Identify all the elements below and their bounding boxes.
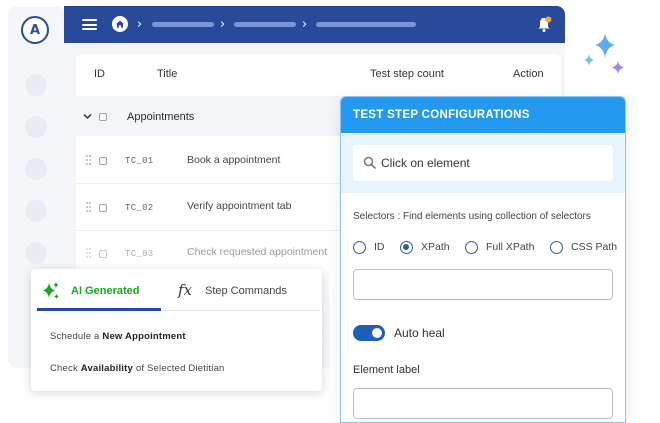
radio-label-full-xpath: Full XPath: [486, 241, 535, 253]
tab-step-commands-label: Step Commands: [205, 285, 287, 297]
sidebar-item-3[interactable]: [25, 158, 47, 180]
element-label-caption: Element label: [353, 364, 420, 376]
drag-handle-icon[interactable]: [86, 248, 92, 258]
suggestion-text: of Selected Dietitian: [133, 363, 225, 374]
row-id: TC_01: [125, 156, 154, 166]
auto-heal-label: Auto heal: [394, 326, 445, 340]
logo-letter: A: [29, 22, 41, 38]
menu-icon[interactable]: [82, 19, 97, 30]
radio-id[interactable]: [353, 241, 366, 254]
suggestion-item[interactable]: Schedule a New Appointment: [50, 331, 186, 342]
group-checkbox[interactable]: [99, 113, 107, 121]
search-zone: Click on element: [341, 133, 625, 193]
chevron-right-icon: ›: [137, 17, 143, 32]
row-title[interactable]: Check requested appointment: [187, 246, 327, 258]
function-icon: fx: [178, 281, 193, 299]
ai-suggestion-popup: AI Generated fx Step Commands Schedule a…: [31, 269, 322, 391]
radio-xpath[interactable]: [400, 241, 413, 254]
breadcrumb-item-1[interactable]: [152, 22, 214, 27]
suggestion-text: Schedule a: [50, 331, 103, 342]
element-label-input[interactable]: [353, 388, 613, 419]
sparkle-icon: [584, 33, 624, 74]
suggestion-text: Check: [50, 363, 81, 374]
sidebar-item-1[interactable]: [25, 74, 47, 96]
ai-sparkle-icon: [43, 282, 59, 299]
breadcrumb-item-2[interactable]: [234, 22, 296, 27]
radio-label-css-path: CSS Path: [571, 241, 618, 253]
sidebar-item-5[interactable]: [25, 242, 47, 264]
bell-icon[interactable]: [536, 16, 552, 33]
row-title[interactable]: Book a appointment: [187, 154, 280, 166]
search-icon: [363, 156, 377, 170]
drag-handle-icon[interactable]: [86, 155, 92, 165]
app-stage: A › › › ID Title Test step count Action …: [0, 0, 660, 423]
radio-label-id: ID: [374, 241, 385, 253]
selectors-label: Selectors : Find elements using collecti…: [353, 211, 591, 222]
sidebar-item-2[interactable]: [25, 116, 47, 138]
row-title[interactable]: Verify appointment tab: [187, 200, 291, 212]
active-tab-indicator: [37, 308, 161, 311]
chevron-down-icon[interactable]: [83, 112, 92, 121]
tab-step-commands[interactable]: fx Step Commands: [178, 281, 308, 303]
drag-handle-icon[interactable]: [86, 202, 92, 212]
home-icon[interactable]: [112, 16, 128, 32]
suggestion-keyword: New Appointment: [102, 331, 186, 342]
row-id: TC_03: [125, 249, 154, 259]
step-search-input[interactable]: Click on element: [353, 145, 613, 181]
row-checkbox[interactable]: [99, 157, 107, 165]
radio-label-xpath: XPath: [421, 241, 450, 253]
tab-ai-generated-label: AI Generated: [71, 285, 140, 297]
row-checkbox[interactable]: [99, 250, 107, 258]
auto-heal-toggle[interactable]: [353, 325, 385, 341]
breadcrumb-item-3[interactable]: [316, 22, 416, 27]
top-bar: › › ›: [64, 6, 565, 43]
column-header-title[interactable]: Title: [157, 68, 177, 80]
selector-value-input[interactable]: [353, 269, 613, 300]
chevron-right-icon: ›: [220, 17, 226, 32]
suggestion-item[interactable]: Check Availability of Selected Dietitian: [50, 363, 225, 374]
column-header-id[interactable]: ID: [94, 68, 105, 80]
search-value: Click on element: [381, 156, 470, 170]
test-step-config-panel: TEST STEP CONFIGURATIONS Click on elemen…: [340, 96, 626, 423]
radio-css-path[interactable]: [550, 241, 563, 254]
app-logo[interactable]: A: [21, 16, 49, 44]
chevron-right-icon: ›: [302, 17, 308, 32]
row-id: TC_02: [125, 203, 154, 213]
tab-ai-generated[interactable]: AI Generated: [41, 281, 161, 303]
config-panel-title: TEST STEP CONFIGURATIONS: [341, 97, 625, 133]
column-header-step-count[interactable]: Test step count: [370, 68, 444, 80]
group-title: Appointments: [127, 111, 195, 123]
suggestion-keyword: Availability: [80, 363, 133, 374]
row-checkbox[interactable]: [99, 204, 107, 212]
column-header-action[interactable]: Action: [513, 68, 544, 80]
sidebar-item-4[interactable]: [25, 200, 47, 222]
radio-full-xpath[interactable]: [465, 241, 478, 254]
